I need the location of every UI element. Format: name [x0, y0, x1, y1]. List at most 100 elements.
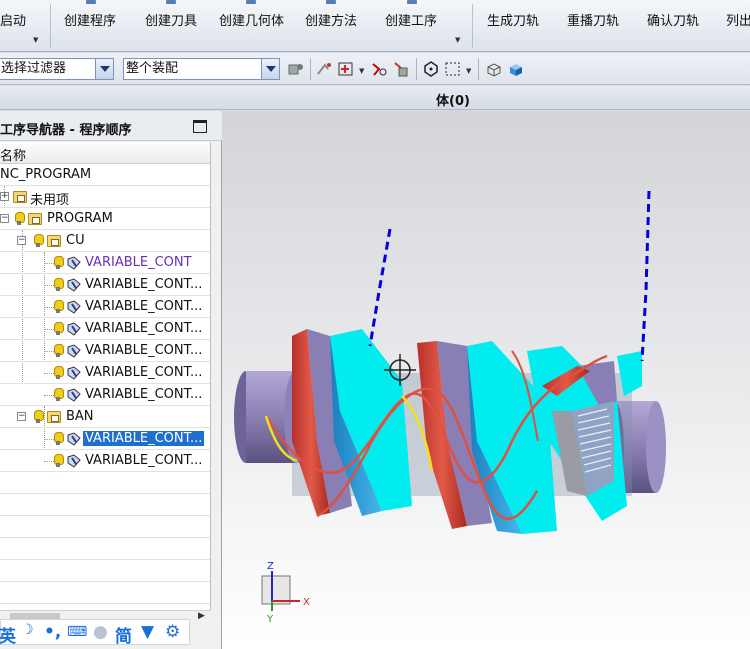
tree-node-operation[interactable]: VARIABLE_CONT... [0, 450, 210, 472]
status-bulb-icon [15, 212, 25, 226]
tree-node-operation[interactable]: VARIABLE_CONT... [0, 274, 210, 296]
operation-icon [67, 366, 81, 380]
tree-node-label: VARIABLE_CONT... [85, 453, 203, 468]
create-operation-button[interactable]: 创建工序 [385, 10, 437, 29]
tree-line [44, 351, 54, 352]
ime-language-toggle[interactable]: 英 [0, 622, 16, 647]
tree-node-operation[interactable]: VARIABLE_CONT [0, 252, 210, 274]
filter-settings-icon[interactable] [287, 60, 305, 78]
tree-node-label: NC_PROGRAM [0, 167, 92, 182]
user-icon[interactable]: ● [93, 622, 108, 642]
column-header[interactable]: 名称 [0, 142, 210, 164]
tree-node-ban[interactable]: − BAN [0, 406, 210, 428]
status-bulb-icon [54, 322, 64, 336]
name-column-header[interactable]: 名称 [0, 145, 26, 164]
verify-toolpath-button[interactable]: 确认刀轨 [647, 10, 699, 29]
collapse-icon[interactable]: − [0, 214, 9, 223]
operation-icon [67, 322, 81, 336]
tree-line [44, 439, 54, 440]
shaded-box-icon[interactable] [507, 60, 525, 78]
create-method-button[interactable]: 创建方法 [305, 10, 357, 29]
toolbar-separator [478, 58, 479, 80]
operation-icon [67, 432, 81, 446]
empty-row [0, 516, 210, 538]
maximize-icon[interactable] [193, 120, 207, 133]
tree-node-operation[interactable]: VARIABLE_CONT... [0, 296, 210, 318]
selection-scope-dropdown-icon[interactable] [261, 59, 279, 79]
wireframe-box-icon[interactable] [485, 60, 503, 78]
graphics-viewport[interactable]: Z X Y [222, 111, 750, 649]
list-toolpath-button[interactable]: 列出 [726, 10, 750, 29]
point-on-surface-icon[interactable] [337, 60, 355, 78]
expand-icon[interactable]: + [0, 192, 9, 201]
navigator-title: 工序导航器 - 程序顺序 [0, 123, 132, 138]
tree-node-nc-program[interactable]: NC_PROGRAM [0, 164, 210, 186]
folder-icon [47, 235, 61, 247]
create-program-button[interactable]: 创建程序 [64, 10, 116, 29]
selection-toolbar: 选择过滤器 整个装配 ▼ ▼ [0, 53, 750, 85]
folder-icon [47, 411, 61, 423]
tree-line [44, 373, 54, 374]
ime-mode-toggle[interactable]: 简 [115, 622, 132, 647]
collapse-icon[interactable]: − [17, 412, 26, 421]
program-order-tree[interactable]: 名称 NC_PROGRAM + 未用项 − PROGRAM − CU VARIA… [0, 142, 211, 622]
rectangle-select-icon[interactable] [444, 60, 462, 78]
worm-body [292, 329, 642, 534]
collapse-icon[interactable]: − [17, 236, 26, 245]
create-geometry-button[interactable]: 创建几何体 [219, 10, 284, 29]
status-bulb-icon [54, 366, 64, 380]
gear-icon[interactable]: ⚙ [165, 622, 180, 642]
tree-node-operation-selected[interactable]: VARIABLE_CONT... [0, 428, 210, 450]
start-menu-button[interactable]: 启动 [0, 10, 26, 29]
type-filter-dropdown-icon[interactable] [95, 59, 113, 79]
create-geometry-icon [246, 0, 256, 4]
skin-icon[interactable]: ▼ [141, 622, 154, 642]
model-view[interactable]: Z X Y [222, 111, 750, 649]
snap-point-icon[interactable] [316, 60, 334, 78]
replay-toolpath-button[interactable]: 重播刀轨 [567, 10, 619, 29]
selection-status: 体(0) [436, 94, 470, 109]
tree-node-label: VARIABLE_CONT... [85, 387, 203, 402]
insert-group-dropdown-icon[interactable]: ▼ [455, 36, 460, 44]
tree-line [44, 395, 54, 396]
navigator-header: 工序导航器 - 程序顺序 [0, 111, 222, 141]
curve-rule-icon[interactable] [370, 60, 388, 78]
keyboard-icon[interactable]: ⌨ [67, 624, 87, 640]
operation-icon [67, 344, 81, 358]
ribbon-separator [472, 4, 473, 48]
tree-node-label: VARIABLE_CONT [85, 255, 192, 270]
create-tool-button[interactable]: 创建刀具 [145, 10, 197, 29]
tree-node-unused-items[interactable]: + 未用项 [0, 186, 210, 208]
create-program-icon [86, 0, 96, 4]
operation-icon [67, 278, 81, 292]
type-filter-value: 选择过滤器 [1, 61, 67, 76]
status-bulb-icon [54, 432, 64, 446]
x-axis-label: X [303, 597, 310, 608]
status-bulb-icon [54, 256, 64, 270]
punctuation-icon[interactable]: •, [44, 622, 61, 642]
tree-node-operation[interactable]: VARIABLE_CONT... [0, 340, 210, 362]
type-filter-select[interactable]: 选择过滤器 [0, 58, 114, 80]
start-dropdown-icon[interactable]: ▼ [33, 36, 38, 44]
select-all-icon[interactable] [422, 60, 440, 78]
tree-node-operation[interactable]: VARIABLE_CONT... [0, 384, 210, 406]
operation-icon [67, 454, 81, 468]
selection-scope-select[interactable]: 整个装配 [123, 58, 280, 80]
tree-node-cu[interactable]: − CU [0, 230, 210, 252]
tree-node-program[interactable]: − PROGRAM [0, 208, 210, 230]
face-rule-icon[interactable] [392, 60, 410, 78]
empty-row [0, 472, 210, 494]
z-axis-label: Z [267, 561, 274, 572]
scroll-right-icon[interactable]: ▶ [198, 611, 205, 621]
generate-toolpath-button[interactable]: 生成刀轨 [487, 10, 539, 29]
operation-navigator: 工序导航器 - 程序顺序 名称 NC_PROGRAM + 未用项 − PROGR… [0, 111, 222, 649]
tree-node-operation[interactable]: VARIABLE_CONT... [0, 318, 210, 340]
operation-icon [67, 256, 81, 270]
empty-row [0, 560, 210, 582]
snap-dropdown-icon[interactable]: ▼ [359, 67, 364, 75]
moon-icon[interactable]: ☽ [21, 622, 34, 638]
tree-node-operation[interactable]: VARIABLE_CONT... [0, 362, 210, 384]
status-bulb-icon [54, 454, 64, 468]
select-mode-dropdown-icon[interactable]: ▼ [466, 67, 471, 75]
toolbar-separator [416, 58, 417, 80]
